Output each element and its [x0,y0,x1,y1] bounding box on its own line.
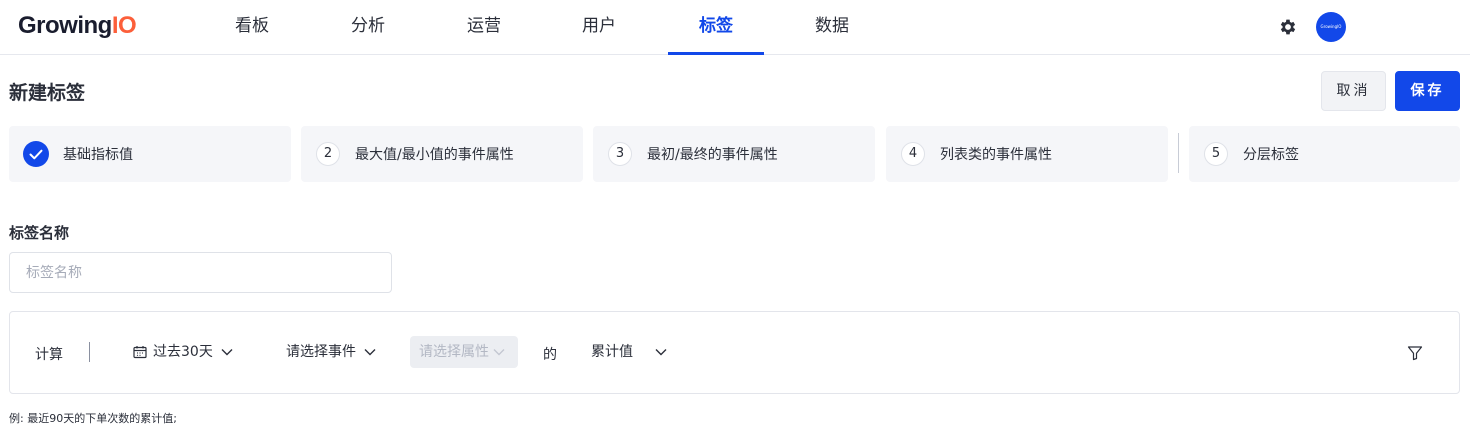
chevron-down-icon [493,349,505,356]
step-number: 4 [901,142,925,166]
tag-name-label: 标签名称 [9,224,70,242]
step-number: 3 [608,142,632,166]
calculation-label: 计算 [35,347,63,363]
metric-select-value: 累计值 [591,344,633,360]
chevron-down-icon [655,349,667,356]
time-range-value: 过去30天 [153,344,213,360]
step-label: 列表类的事件属性 [940,147,1052,163]
step-max-min-property[interactable]: 2 最大值/最小值的事件属性 [301,126,583,182]
page-title: 新建标签 [9,82,86,104]
step-first-last-property[interactable]: 3 最初/最终的事件属性 [593,126,875,182]
nav-item-dashboard[interactable]: 看板 [222,0,282,55]
tag-name-input[interactable] [9,252,392,293]
property-select[interactable]: 请选择属性 [410,336,518,368]
divider [89,342,90,362]
step-basic-metric[interactable]: 基础指标值 [9,126,291,182]
growingio-logo[interactable]: GrowingIO [18,12,137,40]
cancel-button[interactable]: 取消 [1321,71,1386,111]
nav-item-tags[interactable]: 标签 [668,0,764,55]
gear-icon[interactable] [1278,17,1298,37]
step-list-property[interactable]: 4 列表类的事件属性 [886,126,1168,182]
logo-text-main: Growing [18,12,112,39]
nav-item-users[interactable]: 用户 [569,0,629,55]
event-select[interactable]: 请选择事件 [286,336,376,368]
time-range-select[interactable]: 过去30天 [133,336,233,368]
metric-select[interactable]: 累计值 [591,336,667,368]
step-label: 最大值/最小值的事件属性 [355,147,514,163]
chevron-down-icon [364,349,376,356]
filter-icon[interactable] [1407,345,1423,361]
calendar-icon [133,346,147,359]
user-avatar[interactable]: GrowingIO [1316,12,1346,42]
nav-item-data[interactable]: 数据 [802,0,862,55]
top-navbar: GrowingIO 看板 分析 运营 用户 标签 数据 GrowingIO [0,0,1470,55]
step-label: 分层标签 [1243,147,1299,163]
property-select-value: 请选择属性 [419,344,489,360]
step-number: 2 [316,142,340,166]
calculation-panel: 计算 过去30天 请选择事件 请选择属性 的 累计值 [9,311,1460,394]
logo-text-accent: IO [111,12,137,39]
event-select-value: 请选择事件 [286,344,356,360]
step-divider [1178,133,1179,173]
nav-item-analysis[interactable]: 分析 [338,0,398,55]
check-icon [23,141,49,167]
step-number: 5 [1204,142,1228,166]
example-hint: 例: 最近90天的下单次数的累计值; [9,412,177,425]
of-text: 的 [543,347,557,363]
step-label: 最初/最终的事件属性 [647,147,778,163]
step-label: 基础指标值 [63,147,133,163]
nav-item-operations[interactable]: 运营 [454,0,514,55]
chevron-down-icon [221,349,233,356]
step-layered-tag[interactable]: 5 分层标签 [1189,126,1460,182]
save-button[interactable]: 保存 [1395,71,1460,111]
